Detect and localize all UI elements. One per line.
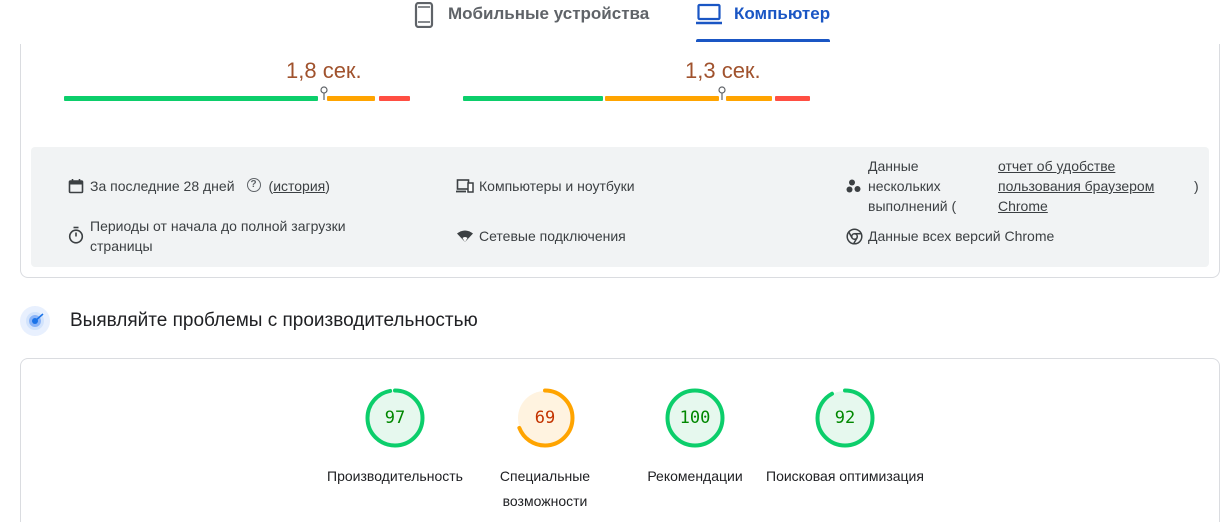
- distribution-average: [726, 96, 772, 101]
- multi-runs-text: Данные нескольких выполнений (: [868, 158, 957, 214]
- smartphone-icon: [414, 1, 434, 33]
- distribution-average: [605, 96, 719, 101]
- lighthouse-icon: [20, 306, 50, 336]
- history-close-paren: ): [325, 178, 330, 194]
- active-tab-indicator: [696, 39, 830, 42]
- chrome-versions-text: Данные всех версий Chrome: [868, 228, 1055, 244]
- score-value: 100: [679, 408, 711, 428]
- wifi-icon: [456, 227, 474, 245]
- dots-cluster-icon: [845, 177, 863, 195]
- score-label: Рекомендации: [647, 468, 743, 484]
- calendar-icon: [67, 177, 85, 195]
- score-gauge[interactable]: 69: [515, 388, 575, 448]
- info-chrome-versions: Данные всех версий Chrome: [845, 226, 1054, 246]
- timer-icon: [67, 226, 85, 244]
- info-network: Сетевые подключения: [456, 226, 626, 246]
- devices-icon: [456, 177, 474, 195]
- distribution-average: [327, 96, 375, 101]
- device-tabs: Мобильные устройства Компьютер: [0, 0, 1229, 44]
- network-text: Сетевые подключения: [479, 228, 626, 244]
- info-period: За последние 28 дней ? (история): [67, 176, 330, 196]
- tab-mobile[interactable]: Мобильные устройства: [414, 0, 649, 44]
- period-text: За последние 28 дней: [90, 178, 235, 194]
- distribution-poor: [775, 96, 810, 101]
- score-value: 92: [834, 408, 856, 428]
- score-value: 69: [534, 408, 556, 428]
- percentile-marker: [718, 86, 726, 100]
- info-multi-runs: Данные нескольких выполнений ( отчет об …: [845, 156, 1205, 216]
- metric-value: 1,3 сек.: [685, 58, 761, 83]
- laptop-icon: [696, 2, 722, 31]
- diagnose-section-heading: Выявляйте проблемы с производительностью: [20, 306, 478, 336]
- score-label: Производительность: [327, 468, 463, 484]
- percentile-marker: [320, 86, 328, 100]
- chrome-icon: [845, 227, 863, 245]
- score-label: Поисковая оптимизация: [766, 468, 924, 484]
- report-close-paren: ): [1194, 178, 1199, 194]
- score-gauge[interactable]: 100: [665, 388, 725, 448]
- help-icon[interactable]: ?: [246, 178, 261, 192]
- metric-value: 1,8 сек.: [286, 58, 362, 83]
- distribution-good: [463, 96, 603, 101]
- section-title: Выявляйте проблемы с производительностью: [70, 310, 478, 331]
- devices-text: Компьютеры и ноутбуки: [479, 178, 635, 194]
- tab-desktop-label: Компьютер: [734, 4, 831, 23]
- load-periods-text: Периоды от начала до полной загрузки стр…: [90, 218, 346, 254]
- score-gauge[interactable]: 92: [815, 388, 875, 448]
- info-devices: Компьютеры и ноутбуки: [456, 176, 635, 196]
- chrome-report-link[interactable]: отчет об удобстве пользования браузером …: [998, 156, 1188, 216]
- distribution-poor: [379, 96, 410, 101]
- tab-desktop[interactable]: Компьютер: [696, 0, 830, 44]
- score-gauge[interactable]: 97: [365, 388, 425, 448]
- info-load-periods: Периоды от начала до полной загрузки стр…: [67, 216, 397, 256]
- score-value: 97: [384, 408, 406, 428]
- history-link[interactable]: история: [273, 176, 325, 196]
- tab-mobile-label: Мобильные устройства: [448, 4, 650, 23]
- distribution-good: [64, 96, 318, 101]
- score-label: Специальные возможности: [499, 468, 591, 509]
